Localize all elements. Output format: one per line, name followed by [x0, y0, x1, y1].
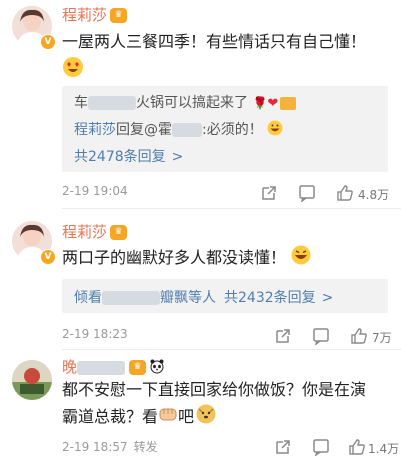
like-thumb-icon[interactable] — [348, 438, 366, 458]
reply-mention[interactable]: 回复@霍 — [116, 122, 172, 138]
share-icon[interactable] — [274, 327, 292, 347]
vip-crown-icon: ♛ — [110, 8, 128, 23]
reply-line-1[interactable]: 车 火锅可以搞起来了 🌹❤ — [74, 92, 297, 112]
reply-authors[interactable]: 瓣飘等人 — [160, 290, 216, 306]
reply-author-prefix[interactable]: 倾看 — [74, 290, 102, 306]
commenter-name-text[interactable]: 程莉莎 — [62, 6, 107, 24]
comment-text-line-2: 霸道总裁？看 吧 — [62, 404, 382, 431]
comment-footer: 2-19 19:04 4.8万 — [62, 184, 391, 204]
view-more-replies-link[interactable]: 共2478条回复 > — [74, 146, 183, 166]
doge-emoji-icon — [196, 404, 216, 431]
reply-text: 火锅可以搞起来了 — [136, 95, 248, 111]
comment-footer: 2-19 18:23 7万 — [62, 327, 392, 347]
chevron-right-icon[interactable]: > — [172, 149, 184, 165]
reply-count[interactable]: 共2478条回复 — [74, 149, 166, 165]
comment-text-part: 吧 — [178, 407, 195, 426]
verified-badge-icon: V — [40, 249, 56, 265]
blurred-name — [102, 291, 160, 305]
blurred-name — [77, 360, 126, 375]
commenter-name-text[interactable]: 程莉莎 — [62, 223, 107, 241]
beer-cheers-emoji-icon — [280, 96, 297, 110]
comment-text-part: 霸道总裁？看 — [62, 407, 159, 426]
like-count: 1.4万 — [368, 442, 400, 456]
comment-time: 2-19 18:23 — [62, 327, 128, 341]
commenter-name[interactable]: 程莉莎 ♛ — [62, 221, 128, 242]
avatar[interactable] — [12, 360, 52, 400]
comment-3: 晚 ♛ 都不安慰一下直接回家给你做饭？你是在演 霸道总裁？看 吧 2-19 18:… — [0, 350, 401, 466]
commenter-name[interactable]: 程莉莎 ♛ — [62, 4, 128, 25]
comment-bubble-icon[interactable] — [312, 438, 330, 458]
like-count: 7万 — [372, 331, 392, 345]
vip-crown-icon: ♛ — [129, 360, 147, 375]
comment-time: 2-19 19:04 — [62, 184, 128, 198]
blurred-name — [88, 96, 136, 110]
comment-text-body: 两口子的幽默好多人都没读懂！ — [62, 248, 287, 267]
like-thumb-icon[interactable] — [350, 327, 368, 347]
like-thumb-icon[interactable] — [336, 184, 354, 204]
comment-bubble-icon[interactable] — [298, 184, 316, 204]
repost-link[interactable]: 转发 — [134, 440, 158, 454]
reply-box[interactable]: 倾看 瓣飘等人 共2432条回复 > — [62, 279, 388, 313]
comment-bubble-icon[interactable] — [312, 327, 330, 347]
reply-summary-line[interactable]: 倾看 瓣飘等人 共2432条回复 > — [74, 287, 333, 307]
fist-emoji-icon — [158, 405, 178, 430]
comment-text: 都不安慰一下直接回家给你做饭？你是在演 霸道总裁？看 吧 — [62, 378, 382, 431]
avatar-photo — [12, 360, 52, 400]
laughing-emoji-icon — [291, 245, 311, 272]
verified-badge-icon: V — [40, 34, 56, 50]
share-icon[interactable] — [260, 184, 278, 204]
reply-box[interactable]: 车 火锅可以搞起来了 🌹❤ 程莉莎回复@霍 :必须的！ 共2478条回复 > — [62, 86, 388, 172]
like-count: 4.8万 — [358, 188, 390, 202]
commenter-name[interactable]: 晚 ♛ — [62, 356, 165, 378]
comment-text: 两口子的幽默好多人都没读懂！ — [62, 245, 382, 272]
comment-text-line-1: 都不安慰一下直接回家给你做饭？你是在演 — [62, 380, 367, 399]
comment-time-text: 2-19 18:57 — [62, 440, 128, 454]
heart-eyes-emoji-icon — [62, 56, 84, 82]
comment-text: 一屋两人三餐四季！有些情话只有自己懂！ — [62, 32, 367, 51]
blurred-name — [172, 123, 202, 137]
vip-crown-icon: ♛ — [110, 225, 128, 240]
heart-emoji-icon: ❤ — [267, 95, 279, 111]
comment-1: V 程莉莎 ♛ 一屋两人三餐四季！有些情话只有自己懂！ 车火锅可以搞起来了 🌹❤ … — [0, 0, 401, 208]
share-icon[interactable] — [274, 438, 292, 458]
comment-footer: 2-19 18:57 转发 1.4万 — [62, 438, 399, 458]
grin-emoji-icon — [267, 120, 283, 140]
panda-icon — [149, 358, 165, 378]
chevron-right-icon[interactable]: > — [322, 290, 334, 306]
reply-text: :必须的！ — [202, 122, 263, 138]
reply-author-prefix: 车 — [74, 95, 88, 111]
rose-emoji-icon: 🌹 — [252, 96, 268, 110]
reply-author[interactable]: 程莉莎 — [74, 122, 116, 138]
reply-line-2[interactable]: 程莉莎回复@霍 :必须的！ — [74, 119, 283, 140]
reply-count[interactable]: 共2432条回复 — [224, 290, 316, 306]
commenter-name-text[interactable]: 晚 — [62, 358, 77, 376]
comment-2: V 程莉莎 ♛ 两口子的幽默好多人都没读懂！ 倾看 瓣飘等人 共2432条回复 > 2-… — [0, 209, 401, 349]
comment-time: 2-19 18:57 转发 — [62, 438, 158, 455]
